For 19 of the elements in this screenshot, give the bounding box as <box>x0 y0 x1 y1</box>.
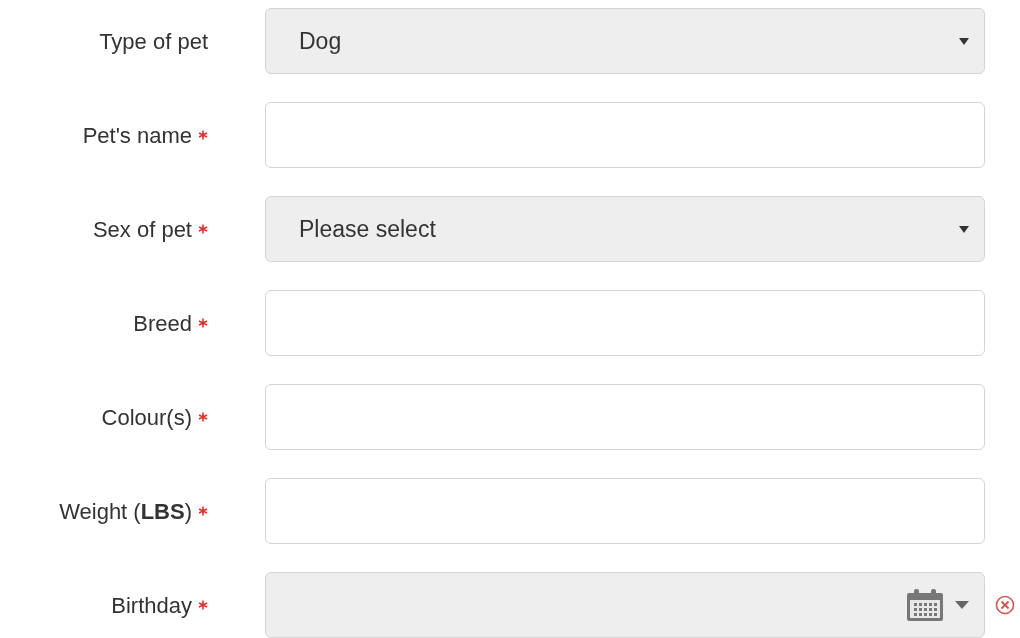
field-label: Breed <box>133 309 192 338</box>
caret-icon <box>958 36 970 46</box>
clear-icon[interactable] <box>995 595 1015 615</box>
field-label: Weight (LBS) <box>59 497 192 526</box>
calendar-icon[interactable] <box>906 588 944 622</box>
caret-icon[interactable] <box>954 600 970 610</box>
text-field[interactable] <box>265 384 985 450</box>
field-label: Pet's name <box>82 121 192 150</box>
field-label: Sex of pet <box>92 215 192 244</box>
text-field[interactable] <box>265 478 985 544</box>
dropdown[interactable]: Dog <box>265 8 985 74</box>
caret-icon <box>958 224 970 234</box>
dropdown[interactable]: Please select <box>265 196 985 262</box>
text-field[interactable] <box>265 290 985 356</box>
text-field[interactable] <box>265 102 985 168</box>
date-field[interactable] <box>265 572 985 638</box>
field-label: Colour(s) <box>101 403 192 432</box>
field-label: Birthday <box>111 591 192 620</box>
field-label: Type of pet <box>99 27 208 56</box>
